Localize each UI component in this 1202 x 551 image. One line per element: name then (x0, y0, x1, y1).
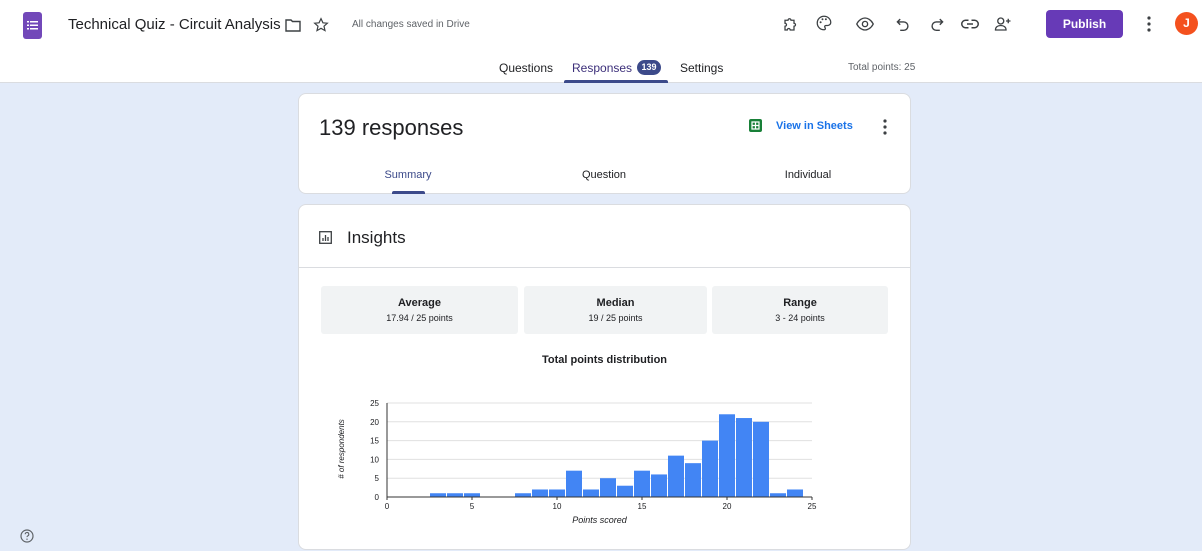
chart-bar (719, 414, 735, 497)
chart-x-tick-label: 20 (723, 502, 732, 511)
chart-bar (753, 421, 769, 497)
chart-y-axis-label: # of respondents (337, 419, 346, 479)
chart-y-tick-label: 15 (370, 437, 379, 446)
subtab-individual[interactable]: Individual (785, 169, 831, 181)
chart-bar (702, 440, 718, 497)
chart-bar (600, 478, 616, 497)
chart-y-tick-label: 10 (370, 455, 379, 464)
chart-y-tick-label: 0 (375, 493, 380, 502)
chart-bar (668, 455, 684, 497)
stat-median: Median 19 / 25 points (524, 286, 707, 334)
chart-x-tick-label: 5 (470, 502, 475, 511)
stat-label: Range (783, 297, 817, 309)
save-status: All changes saved in Drive (352, 19, 470, 30)
chart-bar (566, 470, 582, 497)
chart-y-tick-label: 5 (375, 474, 380, 483)
avatar[interactable]: J (1175, 12, 1198, 35)
chart-bar (787, 489, 803, 497)
insights-title: Insights (347, 228, 406, 247)
total-points: Total points: 25 (848, 62, 916, 73)
chart-bar (770, 493, 786, 497)
chart-bar (651, 474, 667, 497)
stat-label: Median (596, 297, 635, 309)
chart-title: Total points distribution (541, 354, 668, 366)
forms-logo-icon[interactable] (23, 12, 42, 39)
tab-responses[interactable]: Responses (572, 61, 632, 75)
responses-count-heading: 139 responses (319, 115, 464, 140)
insights-card: Insights Average 17.94 / 25 points Media… (298, 204, 911, 550)
redo-icon[interactable] (930, 17, 944, 31)
subtab-question[interactable]: Question (582, 169, 626, 181)
top-bar: Technical Quiz - Circuit Analysis All ch… (0, 0, 1202, 52)
insights-chart-icon (319, 231, 332, 244)
points-distribution-chart: 0 5 10 15 20 25 0 5 10 15 20 25 # of respondents Po… (337, 399, 817, 525)
chart-bar (634, 470, 650, 497)
stat-range: Range 3 - 24 points (712, 286, 888, 334)
chart-x-axis-label: Points scored (572, 515, 628, 525)
stat-value: 3 - 24 points (775, 313, 825, 323)
sheets-icon[interactable] (749, 119, 762, 132)
document-title[interactable]: Technical Quiz - Circuit Analysis (68, 16, 281, 33)
active-subtab-indicator (392, 191, 425, 194)
publish-button[interactable]: Publish (1046, 10, 1123, 38)
move-to-folder-icon[interactable] (285, 18, 301, 32)
responses-count-badge: 139 (637, 60, 661, 75)
chart-x-tick-label: 0 (385, 502, 390, 511)
chart-bar (532, 489, 548, 497)
star-icon[interactable] (313, 17, 329, 33)
stat-label: Average (397, 297, 441, 309)
chart-bar (583, 489, 599, 497)
chart-x-tick-label: 25 (808, 502, 817, 511)
addons-icon[interactable] (782, 15, 800, 33)
add-collaborator-icon[interactable] (994, 15, 1012, 33)
chart-bar (447, 493, 463, 497)
chart-bar (430, 493, 446, 497)
preview-icon[interactable] (856, 16, 874, 32)
view-in-sheets-button[interactable]: View in Sheets (776, 120, 853, 132)
chart-y-tick-label: 20 (370, 418, 379, 427)
link-icon[interactable] (961, 17, 979, 31)
palette-icon[interactable] (815, 14, 833, 32)
stat-value: 19 / 25 points (588, 313, 643, 323)
divider (299, 267, 910, 268)
active-tab-indicator (564, 80, 668, 83)
chart-x-tick-label: 15 (638, 502, 647, 511)
responses-card: 139 responses View in Sheets Summary Que… (298, 93, 911, 194)
chart-bar (464, 493, 480, 497)
tab-settings[interactable]: Settings (680, 61, 723, 75)
undo-icon[interactable] (896, 17, 910, 31)
chart-y-tick-label: 25 (370, 399, 379, 408)
chart-bar (685, 463, 701, 497)
stat-average: Average 17.94 / 25 points (321, 286, 518, 334)
more-vert-icon[interactable] (1146, 16, 1152, 32)
tab-questions[interactable]: Questions (499, 61, 553, 75)
chart-bar (617, 485, 633, 497)
subtab-summary[interactable]: Summary (384, 169, 431, 181)
stat-value: 17.94 / 25 points (386, 313, 453, 323)
chart-bar (549, 489, 565, 497)
chart-bar (515, 493, 531, 497)
help-icon[interactable] (20, 529, 34, 543)
chart-x-tick-label: 10 (553, 502, 562, 511)
more-vert-icon[interactable] (882, 119, 888, 135)
chart-bar (736, 418, 752, 497)
